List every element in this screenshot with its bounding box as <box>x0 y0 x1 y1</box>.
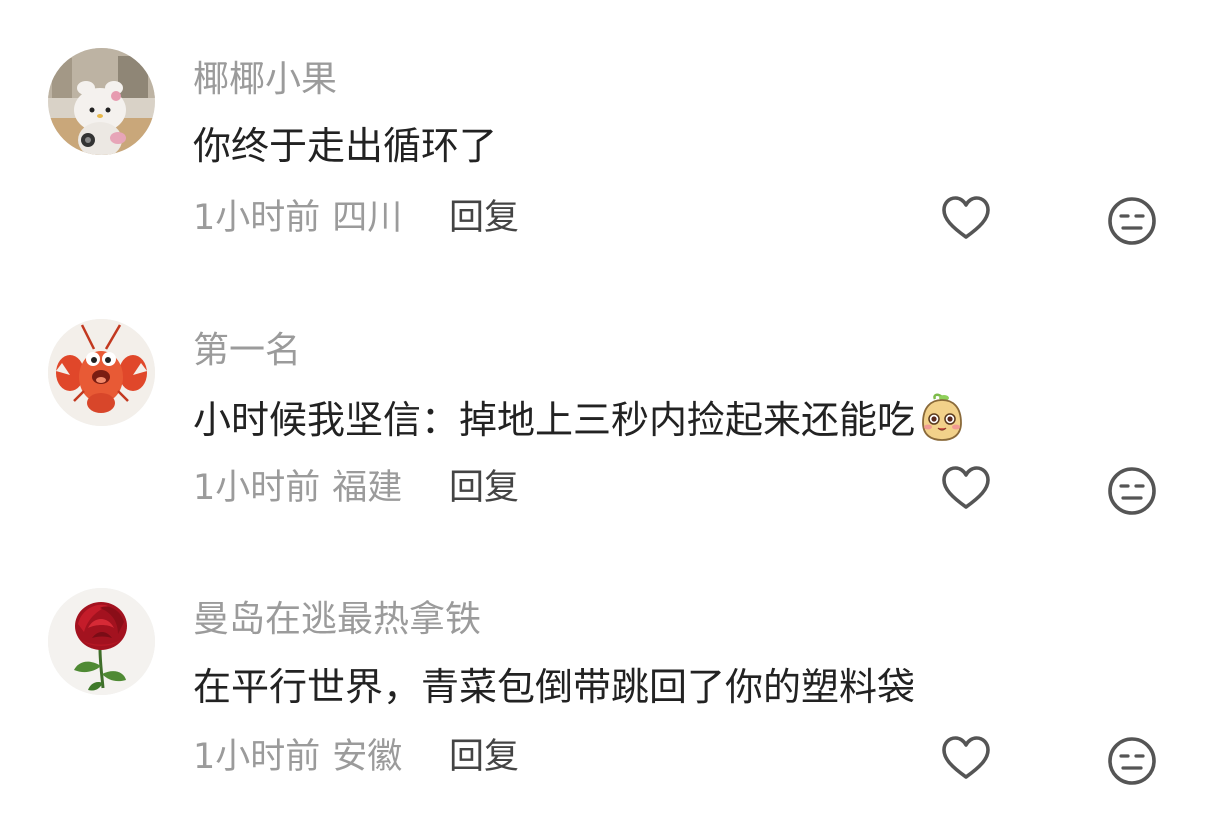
comment-meta: 1小时前 福建 <box>193 466 402 510</box>
lobster-avatar-image <box>48 319 155 426</box>
comment-location: 安徽 <box>332 737 403 777</box>
comment-meta: 1小时前 安徽 <box>193 735 402 779</box>
comment-location: 福建 <box>332 468 403 508</box>
comment-time: 1小时前 <box>193 737 321 777</box>
comment-item: 曼岛在逃最热拿铁 在平行世界，青菜包倒带跳回了你的塑料袋 1小时前 安徽 回复 <box>0 0 1206 785</box>
comment-text[interactable]: 在平行世界，青菜包倒带跳回了你的塑料袋 <box>193 663 915 711</box>
rose-avatar-image <box>48 588 155 695</box>
heart-outline-icon[interactable] <box>940 733 992 785</box>
comment-text[interactable]: 小时候我坚信：掉地上三秒内捡起来还能吃 <box>193 393 967 444</box>
unamused-face-icon[interactable] <box>1106 465 1158 517</box>
reply-button[interactable]: 回复 <box>449 466 519 510</box>
avatar[interactable] <box>48 319 155 426</box>
unamused-face-icon[interactable] <box>1106 735 1158 787</box>
reply-button[interactable]: 回复 <box>449 735 519 779</box>
heart-outline-icon[interactable] <box>940 463 992 515</box>
comment-time: 1小时前 <box>193 468 321 508</box>
avatar[interactable] <box>48 588 155 695</box>
comment-username[interactable]: 曼岛在逃最热拿铁 <box>193 598 481 642</box>
cute-blushing-face-sticker <box>922 393 962 441</box>
comment-username[interactable]: 第一名 <box>193 329 301 373</box>
comment-text-body: 小时候我坚信：掉地上三秒内捡起来还能吃 <box>193 398 916 442</box>
